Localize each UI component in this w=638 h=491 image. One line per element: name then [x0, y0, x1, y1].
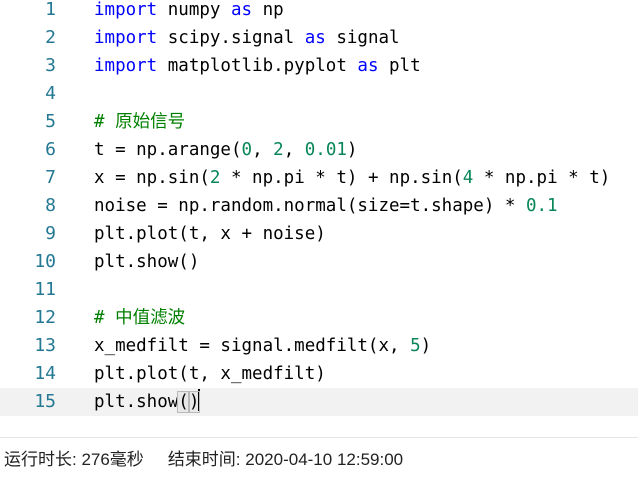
code-line[interactable]: 8 noise = np.random.normal(size=t.shape) …: [0, 192, 638, 220]
line-number: 4: [45, 83, 56, 104]
line-number: 15: [34, 391, 56, 412]
line-number: 7: [45, 167, 56, 188]
code-text[interactable]: plt.plot(t, x_medfilt): [94, 360, 326, 388]
line-number: 2: [45, 27, 56, 48]
code-text[interactable]: plt.show(): [94, 388, 201, 416]
line-number: 12: [34, 307, 56, 328]
code-line[interactable]: 12 # 中值滤波: [0, 304, 638, 332]
code-text[interactable]: import scipy.signal as signal: [94, 24, 400, 52]
code-text[interactable]: x = np.sin(2 * np.pi * t) + np.sin(4 * n…: [94, 164, 610, 192]
code-text[interactable]: plt.plot(t, x + noise): [94, 220, 326, 248]
line-number: 13: [34, 335, 56, 356]
code-line[interactable]: 4: [0, 80, 638, 108]
end-time-label: 结束时间: 2020-04-10 12:59:00: [167, 450, 404, 469]
line-number: 1: [45, 0, 56, 20]
text-cursor: [198, 389, 201, 411]
code-line[interactable]: 9 plt.plot(t, x + noise): [0, 220, 638, 248]
code-text[interactable]: import numpy as np: [94, 0, 284, 24]
code-text[interactable]: noise = np.random.normal(size=t.shape) *…: [94, 192, 558, 220]
code-text[interactable]: # 原始信号: [94, 108, 185, 136]
code-text[interactable]: # 中值滤波: [94, 304, 185, 332]
code-text[interactable]: import matplotlib.pyplot as plt: [94, 52, 421, 80]
line-number: 6: [45, 139, 56, 160]
code-line[interactable]: 13 x_medfilt = signal.medfilt(x, 5): [0, 332, 638, 360]
line-number: 3: [45, 55, 56, 76]
code-line[interactable]: 11: [0, 276, 638, 304]
line-number: 10: [34, 251, 56, 272]
code-text[interactable]: plt.show(): [94, 248, 199, 276]
code-line[interactable]: 3 import matplotlib.pyplot as plt: [0, 52, 638, 80]
line-number: 14: [34, 363, 56, 384]
code-line[interactable]: 6 t = np.arange(0, 2, 0.01): [0, 136, 638, 164]
code-line[interactable]: 15 plt.show(): [0, 388, 638, 416]
status-bar: 运行时长: 276毫秒 结束时间: 2020-04-10 12:59:00: [4, 448, 403, 472]
code-line[interactable]: 2 import scipy.signal as signal: [0, 24, 638, 52]
code-line[interactable]: 7 x = np.sin(2 * np.pi * t) + np.sin(4 * …: [0, 164, 638, 192]
line-number: 5: [45, 111, 56, 132]
code-line[interactable]: 10 plt.show(): [0, 248, 638, 276]
code-text[interactable]: t = np.arange(0, 2, 0.01): [94, 136, 357, 164]
code-editor[interactable]: 1 import numpy as np 2 import scipy.signal …: [0, 0, 638, 436]
code-line[interactable]: 1 import numpy as np: [0, 0, 638, 24]
code-text[interactable]: x_medfilt = signal.medfilt(x, 5): [94, 332, 431, 360]
line-number: 9: [45, 223, 56, 244]
runtime-label: 运行时长: 276毫秒: [4, 450, 144, 469]
line-number: 8: [45, 195, 56, 216]
status-divider: [0, 437, 638, 438]
code-line[interactable]: 5 # 原始信号: [0, 108, 638, 136]
line-number: 11: [34, 279, 56, 300]
code-line[interactable]: 14 plt.plot(t, x_medfilt): [0, 360, 638, 388]
